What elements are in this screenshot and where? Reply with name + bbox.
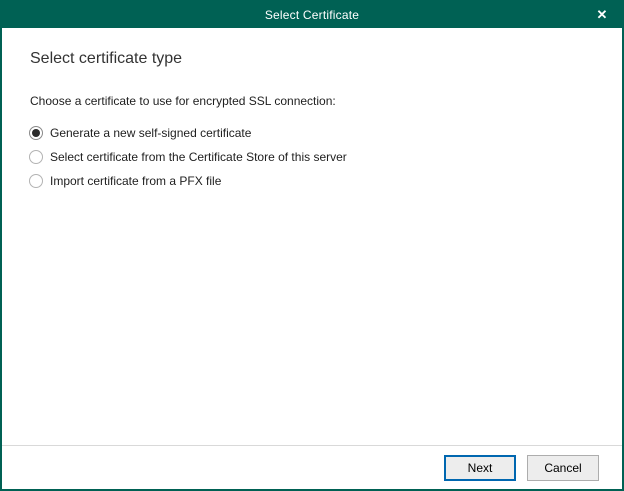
cancel-button[interactable]: Cancel bbox=[527, 455, 599, 481]
close-icon[interactable]: ✕ bbox=[582, 2, 622, 28]
radio-option-label: Select certificate from the Certificate … bbox=[50, 150, 347, 164]
radio-button-icon[interactable] bbox=[29, 174, 43, 188]
dialog-body: Select certificate type Choose a certifi… bbox=[2, 28, 622, 193]
next-button[interactable]: Next bbox=[444, 455, 516, 481]
radio-option-label: Import certificate from a PFX file bbox=[50, 174, 221, 188]
radio-option-label: Generate a new self-signed certificate bbox=[50, 126, 251, 140]
select-certificate-dialog: Select Certificate ✕ Select certificate … bbox=[0, 0, 624, 491]
certificate-type-radio-group: Generate a new self-signed certificate S… bbox=[29, 121, 594, 193]
window-title: Select Certificate bbox=[265, 8, 359, 22]
dialog-footer: Next Cancel bbox=[2, 445, 622, 489]
radio-option-self-signed[interactable]: Generate a new self-signed certificate bbox=[29, 121, 594, 145]
radio-option-import-pfx[interactable]: Import certificate from a PFX file bbox=[29, 169, 594, 193]
titlebar: Select Certificate ✕ bbox=[2, 2, 622, 28]
radio-button-icon[interactable] bbox=[29, 126, 43, 140]
radio-option-certificate-store[interactable]: Select certificate from the Certificate … bbox=[29, 145, 594, 169]
radio-button-icon[interactable] bbox=[29, 150, 43, 164]
description-text: Choose a certificate to use for encrypte… bbox=[30, 94, 594, 108]
page-title: Select certificate type bbox=[30, 50, 594, 68]
